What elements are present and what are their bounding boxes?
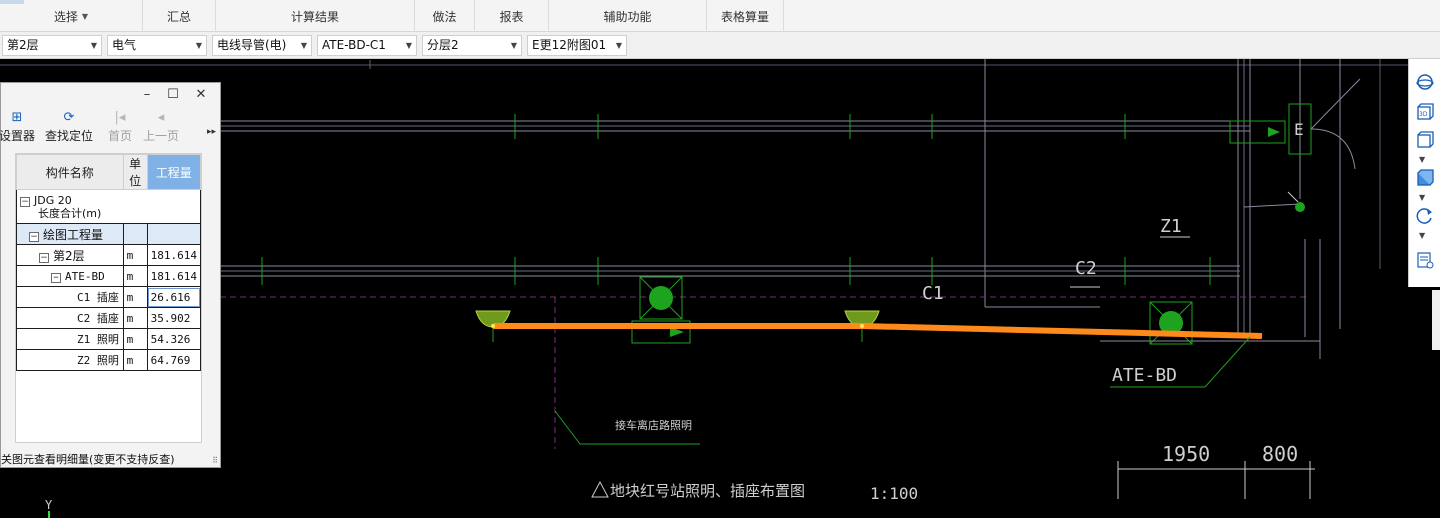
first-page-icon: |◂ — [114, 110, 126, 125]
grid-settings-icon: ⊞ — [11, 110, 23, 125]
column-header-quantity[interactable]: 工程量 — [146, 154, 202, 190]
table-row[interactable]: C2 插座 m 35.902 — [16, 307, 202, 329]
collapse-icon[interactable]: − — [39, 252, 49, 263]
leader-line — [554, 410, 581, 445]
app-window: 选择 ▼ 汇总 计算结果 做法 报表 辅助功能 表格算量 第2层 ▼ 电气 ▼ 电线导… — [0, 0, 1440, 518]
junction-point — [1295, 202, 1305, 212]
chevron-down-icon[interactable]: ▼ — [1419, 193, 1425, 202]
door-swing — [1310, 128, 1356, 170]
box-label-e: E — [1294, 120, 1304, 139]
circuit-label-z1: Z1 — [1160, 216, 1182, 237]
locate-button[interactable]: ⟳ 查找定位 — [43, 109, 95, 149]
quantity-tree: 构件名称 单位 工程量 − JDG 20 长度合计(m) − 绘图工程量 − 第2 — [16, 154, 202, 371]
table-row[interactable]: − 绘图工程量 — [16, 223, 202, 245]
type-select[interactable]: 电线导管(电) ▼ — [212, 35, 312, 56]
chevron-down-icon: ▼ — [81, 11, 89, 21]
prev-page-icon: ◂ — [157, 110, 165, 125]
table-row[interactable]: − ATE-BD m 181.614 — [16, 265, 202, 287]
quantity-cell-selected[interactable]: 26.616 — [146, 286, 202, 308]
first-page-button[interactable]: |◂ 首页 — [105, 109, 135, 149]
conduit-line — [1243, 203, 1301, 208]
floor-select[interactable]: 第2层 ▼ — [2, 35, 102, 56]
route-node — [860, 324, 864, 328]
ribbon-group-method[interactable]: 做法 — [415, 0, 475, 32]
ribbon-group-table-calc[interactable]: 表格算量 — [707, 0, 784, 32]
table-row[interactable]: − JDG 20 长度合计(m) — [16, 189, 201, 224]
rotate-icon[interactable] — [1414, 205, 1436, 227]
selected-conduit-route[interactable] — [493, 323, 1263, 339]
layer-view-icon[interactable] — [1414, 249, 1436, 271]
orbit-icon[interactable] — [1414, 71, 1436, 93]
component-select[interactable]: ATE-BD-C1 ▼ — [317, 35, 417, 56]
layer-select[interactable]: 分层2 ▼ — [422, 35, 522, 56]
axis-label-y: Y — [45, 498, 53, 512]
chevron-down-icon: ▼ — [300, 41, 307, 50]
route-node — [491, 324, 495, 328]
scrollbar[interactable] — [1432, 290, 1440, 350]
table-row[interactable]: − 第2层 m 181.614 — [16, 244, 202, 266]
circuit-label-c2: C2 — [1075, 258, 1097, 279]
ribbon-group-results[interactable]: 计算结果 — [216, 0, 415, 32]
column-header-unit[interactable]: 单位 — [122, 154, 148, 190]
svg-text:3D: 3D — [1419, 111, 1428, 118]
status-text: 关图元查看明细量(变更不支持反查) — [1, 453, 175, 466]
socket-device — [649, 286, 673, 310]
filter-bar: 第2层 ▼ 电气 ▼ 电线导管(电) ▼ ATE-BD-C1 ▼ 分层2 ▼ E更12附图… — [0, 32, 1440, 59]
drawing-select[interactable]: E更12附图01 ▼ — [527, 35, 627, 56]
chevron-down-icon: ▼ — [90, 41, 97, 50]
more-icon[interactable]: ▸▸ — [207, 127, 216, 137]
quantity-table: 构件名称 单位 工程量 − JDG 20 长度合计(m) − 绘图工程量 − 第2 — [15, 153, 202, 443]
table-row[interactable]: Z2 照明 m 64.769 — [16, 349, 202, 371]
quantity-panel: – ☐ ✕ ⊞ 设置器 ⟳ 查找定位 |◂ 首页 ◂ 上一页 ▸▸ 构件名称 单… — [0, 82, 221, 468]
ribbon-group-summary[interactable]: 汇总 — [143, 0, 216, 32]
table-row[interactable]: C1 插座 m 26.616 — [16, 286, 202, 308]
panel-titlebar[interactable]: – ☐ ✕ — [1, 83, 220, 107]
tree-root: − JDG 20 长度合计(m) — [16, 189, 201, 224]
maximize-icon[interactable]: ☐ — [165, 87, 181, 103]
collapse-icon[interactable]: − — [51, 272, 61, 283]
chevron-down-icon[interactable]: ▼ — [1419, 231, 1425, 240]
leader-line — [1287, 191, 1299, 203]
chevron-down-icon[interactable]: ▼ — [1419, 155, 1425, 164]
setter-button[interactable]: ⊞ 设置器 — [0, 109, 37, 149]
prev-page-button[interactable]: ◂ 上一页 — [141, 109, 181, 149]
collapse-icon[interactable]: − — [20, 196, 30, 207]
view-3d-icon[interactable]: 3D — [1414, 101, 1436, 123]
ribbon-group-report[interactable]: 报表 — [475, 0, 549, 32]
dimension-label: 1950 — [1162, 442, 1210, 466]
chevron-down-icon: ▼ — [615, 41, 622, 50]
note-label: 接车离店路照明 — [615, 418, 692, 432]
solid-view-icon[interactable] — [1414, 167, 1436, 189]
ribbon-group-aux[interactable]: 辅助功能 — [549, 0, 707, 32]
chevron-down-icon: ▼ — [405, 41, 412, 50]
arrow-icon — [1268, 127, 1280, 137]
collapse-icon[interactable]: − — [29, 231, 39, 242]
column-header-name[interactable]: 构件名称 — [16, 154, 124, 190]
table-row[interactable]: Z1 照明 m 54.326 — [16, 328, 202, 350]
view-toolbar: 3D ▼ ▼ ▼ — [1408, 59, 1440, 287]
panel-label-ate-bd: ATE-BD — [1112, 365, 1177, 386]
discipline-select[interactable]: 电气 ▼ — [107, 35, 207, 56]
circuit-label-c1: C1 — [922, 283, 944, 304]
tree-group: − 绘图工程量 — [16, 223, 124, 245]
ribbon-group-select[interactable]: 选择 ▼ — [0, 0, 143, 32]
resize-grip-icon[interactable]: ⠿ — [212, 456, 218, 465]
refresh-locate-icon: ⟳ — [63, 110, 75, 125]
chevron-down-icon: ▼ — [510, 41, 517, 50]
view-box-icon[interactable] — [1414, 129, 1436, 151]
table-header: 构件名称 单位 工程量 — [16, 154, 202, 190]
door-swing — [1310, 78, 1361, 130]
minimize-icon[interactable]: – — [139, 87, 155, 103]
dimension-label: 800 — [1262, 442, 1298, 466]
triangle-icon — [591, 480, 609, 498]
close-icon[interactable]: ✕ — [193, 87, 209, 103]
drawing-caption: 地块红号站照明、插座布置图 — [610, 482, 805, 500]
scale-label: 1:100 — [870, 484, 918, 503]
ribbon: 选择 ▼ 汇总 计算结果 做法 报表 辅助功能 表格算量 — [0, 0, 1440, 32]
chevron-down-icon: ▼ — [195, 41, 202, 50]
leader-line — [1204, 336, 1251, 388]
